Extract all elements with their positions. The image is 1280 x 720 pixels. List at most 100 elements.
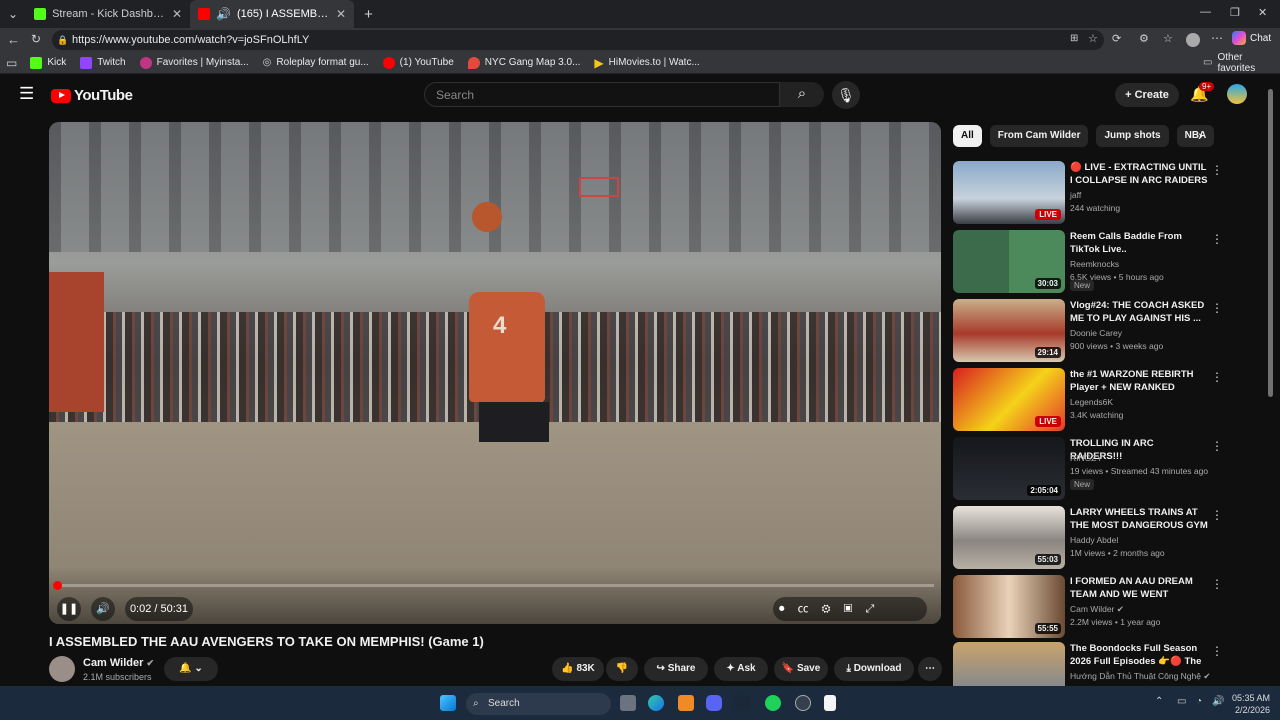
- video-player[interactable]: 4 ❚❚ 🔊 0:02 / 50:31 ⏺ ㏄ ⚙ ▣ ⤢: [49, 122, 941, 624]
- more-actions-button[interactable]: ⋯: [918, 657, 942, 681]
- close-tab-icon[interactable]: ✕: [336, 7, 346, 21]
- progress-scrubber[interactable]: [53, 581, 62, 590]
- page-scrollbar[interactable]: [1268, 89, 1273, 397]
- chip-from-cam-wilder[interactable]: From Cam Wilder: [989, 125, 1089, 147]
- rec-item[interactable]: 55:03 LARRY WHEELS TRAINS AT THE MOST DA…: [953, 506, 1257, 570]
- pause-icon: ❚❚: [59, 603, 79, 615]
- miniplayer-icon[interactable]: ▣: [844, 603, 853, 615]
- autoplay-toggle-icon[interactable]: ⏺: [779, 603, 785, 615]
- new-tab-icon[interactable]: +: [354, 6, 383, 23]
- more-vert-icon[interactable]: ⋮: [1211, 644, 1223, 658]
- fullscreen-icon[interactable]: ⤢: [865, 603, 874, 615]
- close-tab-icon[interactable]: ✕: [172, 7, 182, 21]
- hamburger-menu-icon[interactable]: ☰: [19, 84, 34, 104]
- volume-icon[interactable]: 🔊: [1212, 696, 1224, 707]
- bookmark-favorites[interactable]: Favorites | Myinsta...: [133, 56, 256, 69]
- chevron-right-icon[interactable]: ›: [1198, 127, 1203, 143]
- progress-bar[interactable]: [56, 584, 934, 587]
- chip-all[interactable]: All: [953, 125, 982, 147]
- network-icon[interactable]: ▭: [1177, 696, 1186, 707]
- bookmark-nyc-gang-map[interactable]: NYC Gang Map 3.0...: [461, 56, 588, 69]
- more-vert-icon[interactable]: ⋮: [1211, 301, 1223, 315]
- time-display: 0:02 / 50:31: [125, 597, 193, 621]
- split-screen-icon[interactable]: ⊞: [1070, 33, 1078, 44]
- create-button[interactable]: + Create: [1115, 83, 1179, 107]
- ask-button[interactable]: ✦ Ask: [714, 657, 768, 681]
- more-vert-icon[interactable]: ⋮: [1211, 163, 1223, 177]
- tab-kick-dashboard[interactable]: Stream - Kick Dashboard ✕: [26, 0, 190, 28]
- like-button[interactable]: 👍 83K: [552, 657, 604, 681]
- tab-actions-icon[interactable]: ⌄: [0, 7, 26, 21]
- system-clock[interactable]: 05:35 AM 2/2/2026: [1232, 692, 1270, 716]
- more-vert-icon[interactable]: ⋮: [1211, 508, 1223, 522]
- discord-icon[interactable]: [706, 695, 722, 711]
- captions-icon[interactable]: ㏄: [798, 603, 809, 615]
- rec-meta: 900 views • 3 weeks ago: [1070, 341, 1164, 351]
- tab-youtube[interactable]: 🔊 (165) I ASSEMBLED THE AAU ✕: [190, 0, 355, 28]
- rec-item[interactable]: The Boondocks Full Season 2026 Full Epis…: [953, 642, 1257, 686]
- favorite-star-icon[interactable]: ☆: [1088, 32, 1098, 45]
- other-favorites[interactable]: ▭ Other favorites: [1196, 52, 1280, 74]
- more-vert-icon[interactable]: ⋮: [1211, 577, 1223, 591]
- download-button[interactable]: ⤓ Download: [834, 657, 914, 681]
- minimize-icon[interactable]: —: [1200, 6, 1211, 18]
- app-icon[interactable]: [678, 695, 694, 711]
- more-vert-icon[interactable]: ⋮: [1211, 370, 1223, 384]
- settings-gear-icon[interactable]: ⚙: [822, 603, 831, 615]
- notepad-icon[interactable]: [824, 695, 836, 711]
- rec-item[interactable]: 2:05:04 TROLLING IN ARC RAIDERS!!! RINGZ…: [953, 437, 1257, 501]
- edge-icon[interactable]: [648, 695, 664, 711]
- rec-item[interactable]: 29:14 Vlog#24: THE COACH ASKED ME TO PLA…: [953, 299, 1257, 363]
- channel-name[interactable]: Cam Wilder ✔: [83, 657, 154, 669]
- refresh-icon[interactable]: ↻: [31, 32, 41, 46]
- voice-search-button[interactable]: 🎙: [832, 81, 860, 109]
- close-window-icon[interactable]: ✕: [1258, 6, 1267, 19]
- rec-item[interactable]: LIVE the #1 WARZONE REBIRTH Player + NEW…: [953, 368, 1257, 432]
- rec-item[interactable]: LIVE 🔴 LIVE - EXTRACTING UNTIL I COLLAPS…: [953, 161, 1257, 225]
- obs-icon[interactable]: [795, 695, 811, 711]
- rec-item[interactable]: 55:55 I FORMED AN AAU DREAM TEAM AND WE …: [953, 575, 1257, 639]
- url-field[interactable]: 🔒 https://www.youtube.com/watch?v=joSFnO…: [52, 30, 1104, 50]
- bookmark-himovies[interactable]: ▶ HiMovies.to | Watc...: [587, 56, 706, 70]
- extensions-icon[interactable]: ⟳: [1112, 32, 1121, 45]
- search-button[interactable]: ⌕: [780, 82, 824, 107]
- back-icon[interactable]: ←: [7, 32, 20, 47]
- rec-item[interactable]: 30:03 Reem Calls Baddie From TikTok Live…: [953, 230, 1257, 294]
- start-windows-icon[interactable]: [440, 695, 456, 711]
- bookmark-twitch[interactable]: Twitch: [73, 56, 132, 69]
- favorites-icon[interactable]: ☆: [1163, 32, 1173, 45]
- more-vert-icon[interactable]: ⋮: [1211, 232, 1223, 246]
- dislike-button[interactable]: 👎: [606, 657, 638, 681]
- save-button[interactable]: 🔖 Save: [774, 657, 828, 681]
- notifications-button[interactable]: 🔔 9+: [1190, 82, 1215, 103]
- tray-chevron-icon[interactable]: ⌃: [1155, 696, 1163, 707]
- reading-list-icon[interactable]: ▭: [0, 56, 23, 70]
- more-vert-icon[interactable]: ⋮: [1211, 439, 1223, 453]
- bookmark-label: (1) YouTube: [399, 57, 454, 68]
- channel-avatar[interactable]: [49, 656, 75, 682]
- account-avatar[interactable]: [1227, 84, 1247, 104]
- copilot-chat-button[interactable]: Chat: [1232, 31, 1271, 45]
- chip-jump-shots[interactable]: Jump shots: [1096, 125, 1169, 147]
- notification-subscribe-button[interactable]: 🔔 ⌄: [164, 657, 218, 681]
- search-input[interactable]: Search: [424, 82, 780, 107]
- profile-avatar[interactable]: [1186, 33, 1200, 47]
- wifi-icon[interactable]: ◔: [1196, 696, 1202, 707]
- bookmark-kick[interactable]: Kick: [23, 56, 73, 69]
- maximize-icon[interactable]: ❐: [1230, 6, 1240, 19]
- rec-channel: Reemknocks: [1070, 259, 1120, 269]
- taskbar-search[interactable]: ⌕ Search: [466, 693, 611, 715]
- app-icon[interactable]: [765, 695, 781, 711]
- youtube-logo[interactable]: YouTube: [51, 87, 133, 104]
- steam-icon[interactable]: [735, 695, 751, 711]
- volume-button[interactable]: 🔊: [91, 597, 115, 621]
- bookmark-youtube[interactable]: (1) YouTube: [376, 56, 461, 69]
- chip-nba[interactable]: NBA: [1176, 125, 1215, 147]
- speaker-icon[interactable]: 🔊: [216, 7, 231, 21]
- more-icon[interactable]: ⋯: [1211, 31, 1223, 45]
- bookmark-roleplay[interactable]: ◎ Roleplay format gu...: [256, 57, 376, 68]
- task-view-icon[interactable]: [620, 695, 636, 711]
- share-button[interactable]: ↪ Share: [644, 657, 708, 681]
- settings-icon[interactable]: ⚙: [1139, 32, 1149, 45]
- pause-button[interactable]: ❚❚: [57, 597, 81, 621]
